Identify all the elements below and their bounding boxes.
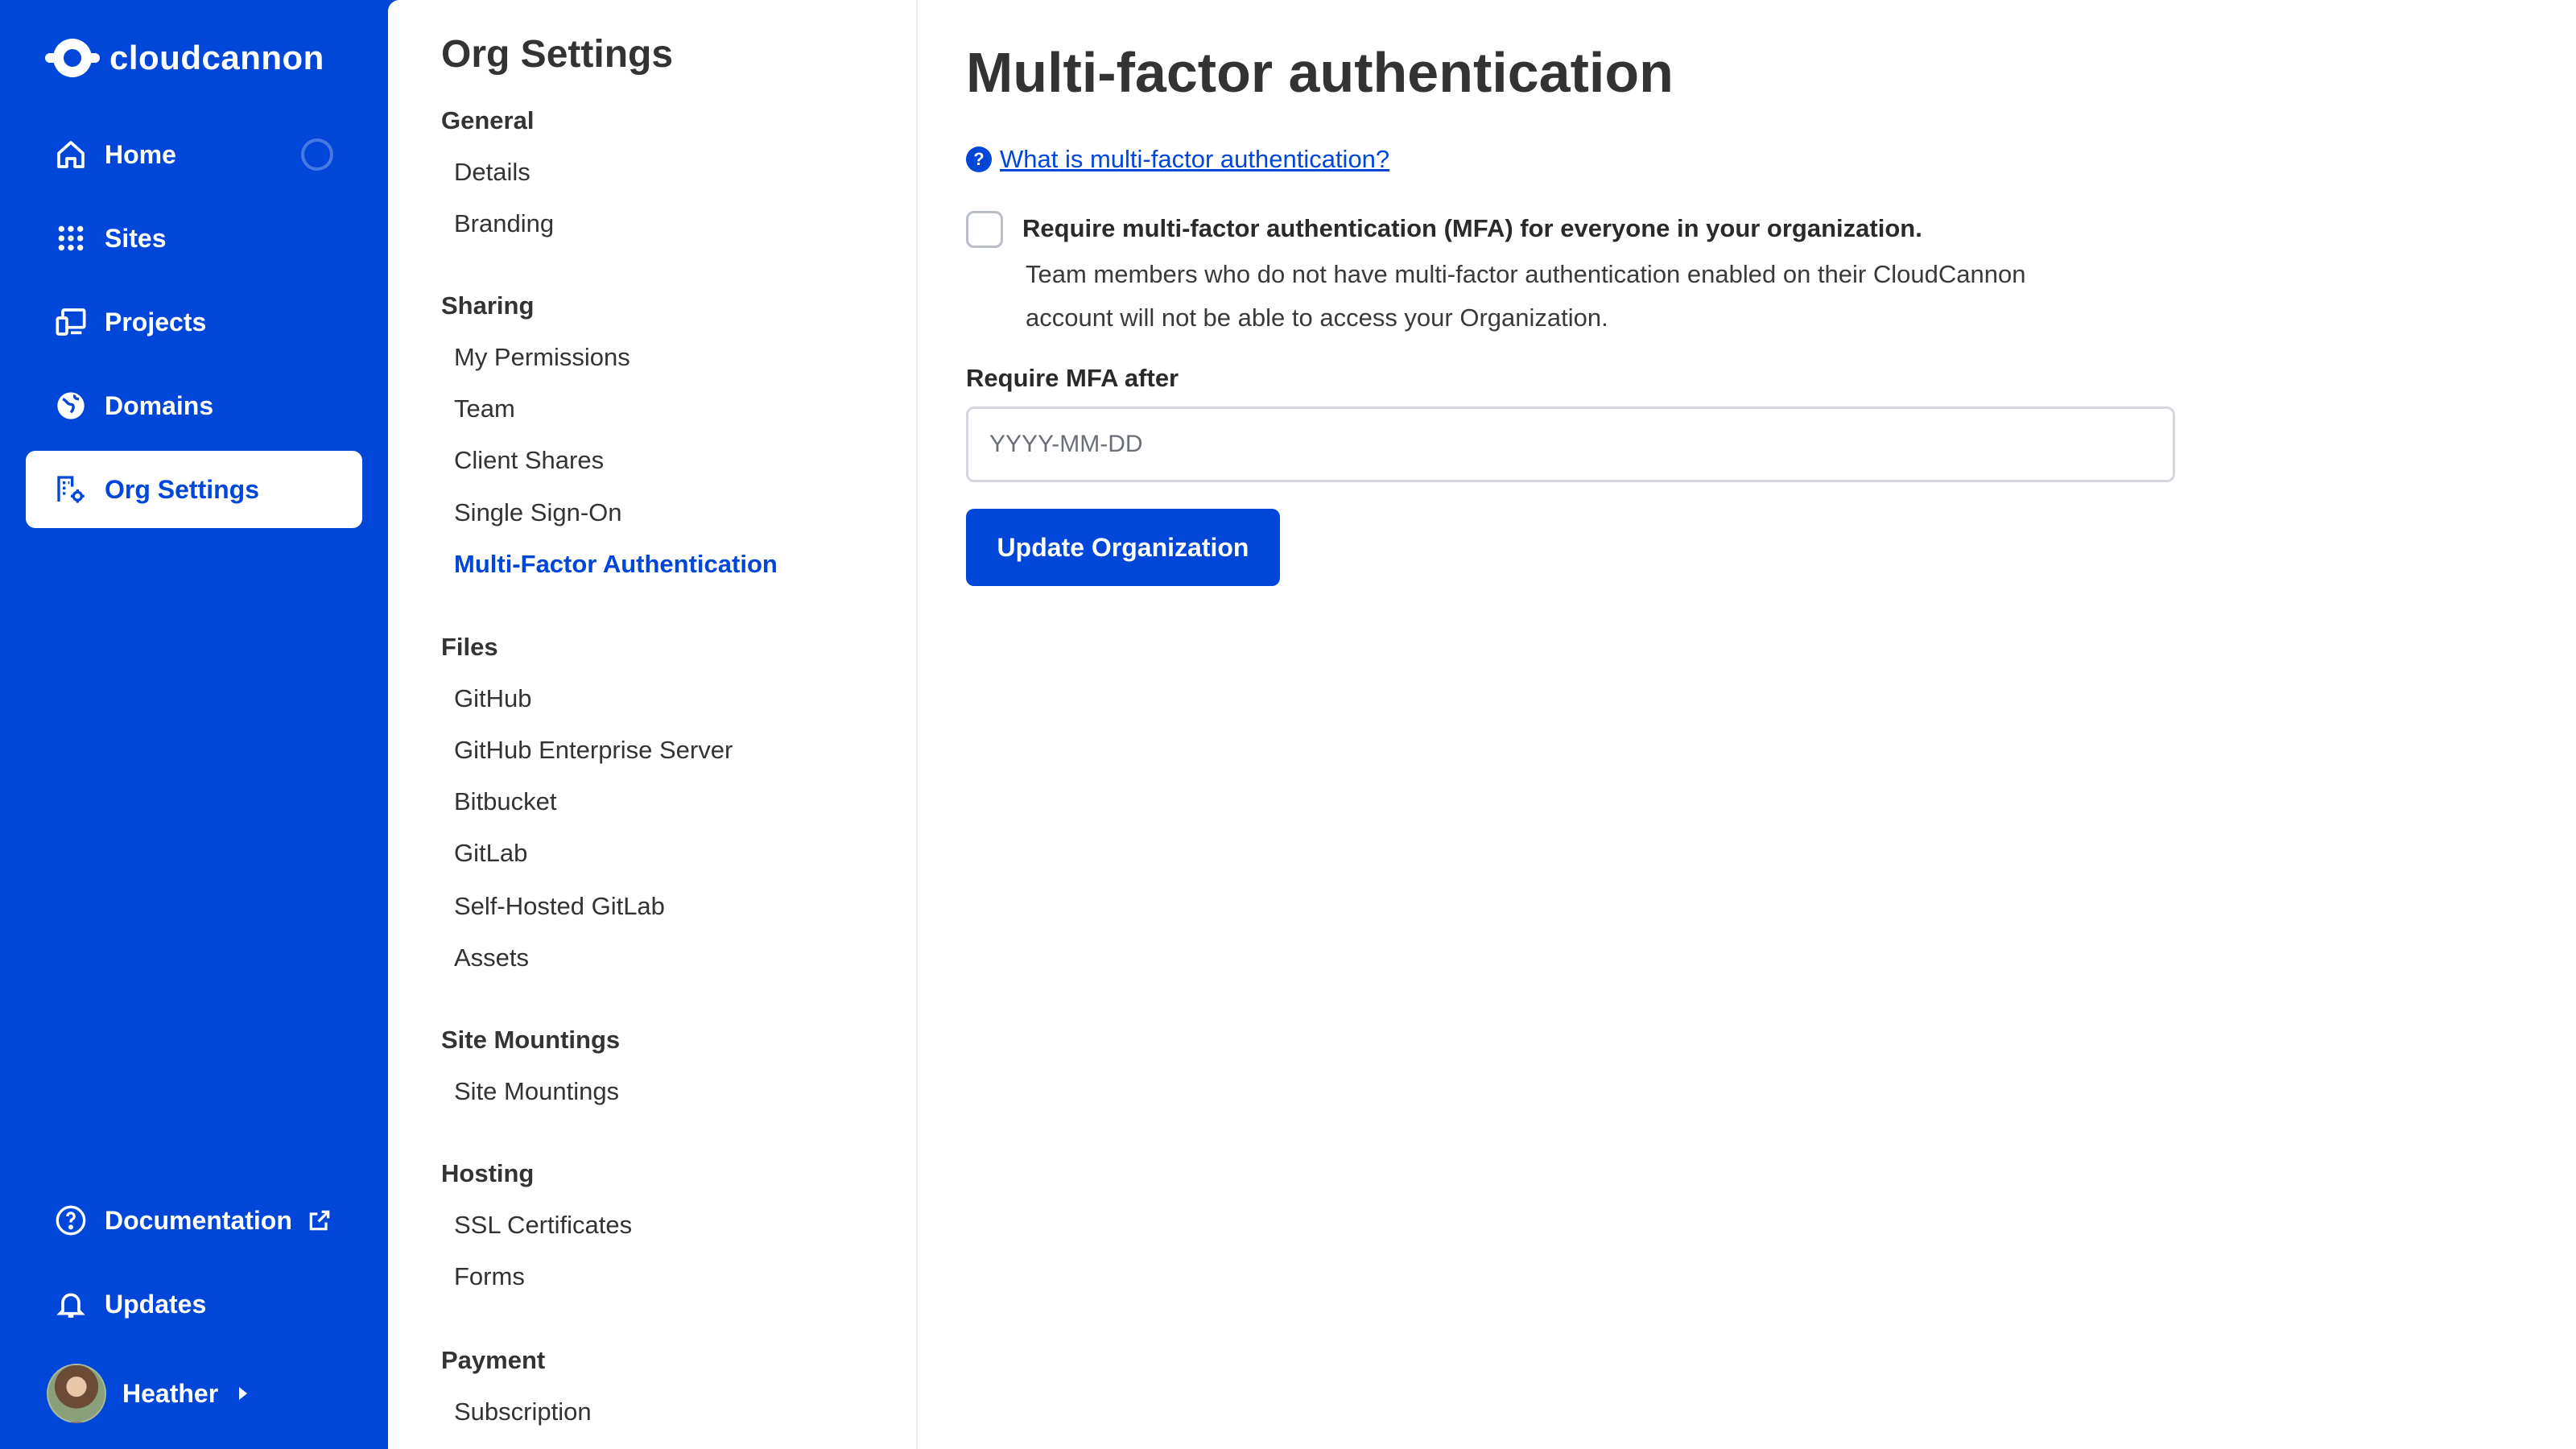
brand-name: cloudcannon [109,39,324,76]
nav-item-updates[interactable]: Updates [26,1265,362,1343]
settings-link-assets[interactable]: Assets [454,943,529,972]
nav-label: Documentation [105,1205,292,1235]
settings-link-branding[interactable]: Branding [454,209,554,238]
question-icon: ? [966,147,992,172]
require-mfa-after-label: Require MFA after [966,364,1179,392]
require-mfa-after-input[interactable] [966,407,2175,482]
nav-item-home[interactable]: Home [26,116,362,193]
settings-link-single-sign-on[interactable]: Single Sign-On [454,498,622,527]
nav-label: Org Settings [105,474,260,504]
help-row: ? What is multi-factor authentication? [966,145,1389,174]
settings-sidebar: Org Settings General Details Branding Sh… [388,0,918,1449]
brand-logo[interactable]: cloudcannon [45,35,324,80]
devices-icon [56,308,86,336]
nav-label: Updates [105,1289,207,1319]
settings-link-multi-factor-authentication[interactable]: Multi-Factor Authentication [454,550,778,579]
settings-link-github[interactable]: GitHub [454,684,531,713]
section-heading-hosting: Hosting [441,1159,535,1187]
settings-link-ssl-certificates[interactable]: SSL Certificates [454,1211,632,1240]
settings-link-forms[interactable]: Forms [454,1262,525,1291]
require-mfa-description: Team members who do not have multi-facto… [1026,260,2026,332]
nav-label: Sites [105,223,167,253]
user-name: Heather [122,1378,219,1408]
page-title: Multi-factor authentication [966,41,1674,104]
cloudcannon-logo-icon [45,39,100,77]
avatar [47,1364,106,1423]
nav-item-sites[interactable]: Sites [26,200,362,277]
section-heading-payment: Payment [441,1346,546,1374]
external-link-icon [309,1210,330,1231]
globe-icon [57,392,85,419]
settings-title: Org Settings [441,33,674,76]
caret-right-icon [239,1387,248,1400]
building-gear-icon [57,476,85,503]
nav-item-domains[interactable]: Domains [26,367,362,444]
settings-link-my-permissions[interactable]: My Permissions [454,343,630,372]
update-organization-button[interactable]: Update Organization [966,509,1280,586]
settings-link-bitbucket[interactable]: Bitbucket [454,787,557,816]
loading-spinner-icon [301,138,333,171]
bell-icon [56,1293,85,1318]
section-heading-sharing: Sharing [441,291,535,320]
settings-link-self-hosted-gitlab[interactable]: Self-Hosted GitLab [454,892,665,921]
section-heading-site-mountings: Site Mountings [441,1026,621,1054]
nav-item-documentation[interactable]: Documentation [26,1182,362,1259]
mfa-help-link[interactable]: What is multi-factor authentication? [1000,145,1389,174]
nav-item-org-settings[interactable]: Org Settings [26,451,362,528]
settings-link-details[interactable]: Details [454,158,530,187]
settings-link-github-enterprise-server[interactable]: GitHub Enterprise Server [454,736,733,765]
require-mfa-label: Require multi-factor authentication (MFA… [1022,214,1922,242]
main-content: Multi-factor authentication ? What is mu… [918,0,2576,1449]
question-circle-icon [56,1205,86,1236]
grid-icon [58,225,84,251]
settings-link-team[interactable]: Team [454,394,515,423]
section-heading-files: Files [441,633,498,661]
require-mfa-checkbox[interactable] [966,211,1003,248]
section-heading-general: General [441,106,535,134]
settings-link-client-shares[interactable]: Client Shares [454,446,604,475]
nav-label: Home [105,139,176,169]
nav-label: Domains [105,390,214,420]
settings-link-gitlab[interactable]: GitLab [454,839,527,868]
home-icon [57,141,85,168]
primary-sidebar: cloudcannon Home Sites Projects Domains … [0,0,388,1449]
user-menu[interactable]: Heather [47,1364,248,1423]
nav-label: Projects [105,307,207,336]
nav-item-projects[interactable]: Projects [26,283,362,361]
settings-link-subscription[interactable]: Subscription [454,1397,592,1426]
settings-link-site-mountings[interactable]: Site Mountings [454,1077,619,1106]
